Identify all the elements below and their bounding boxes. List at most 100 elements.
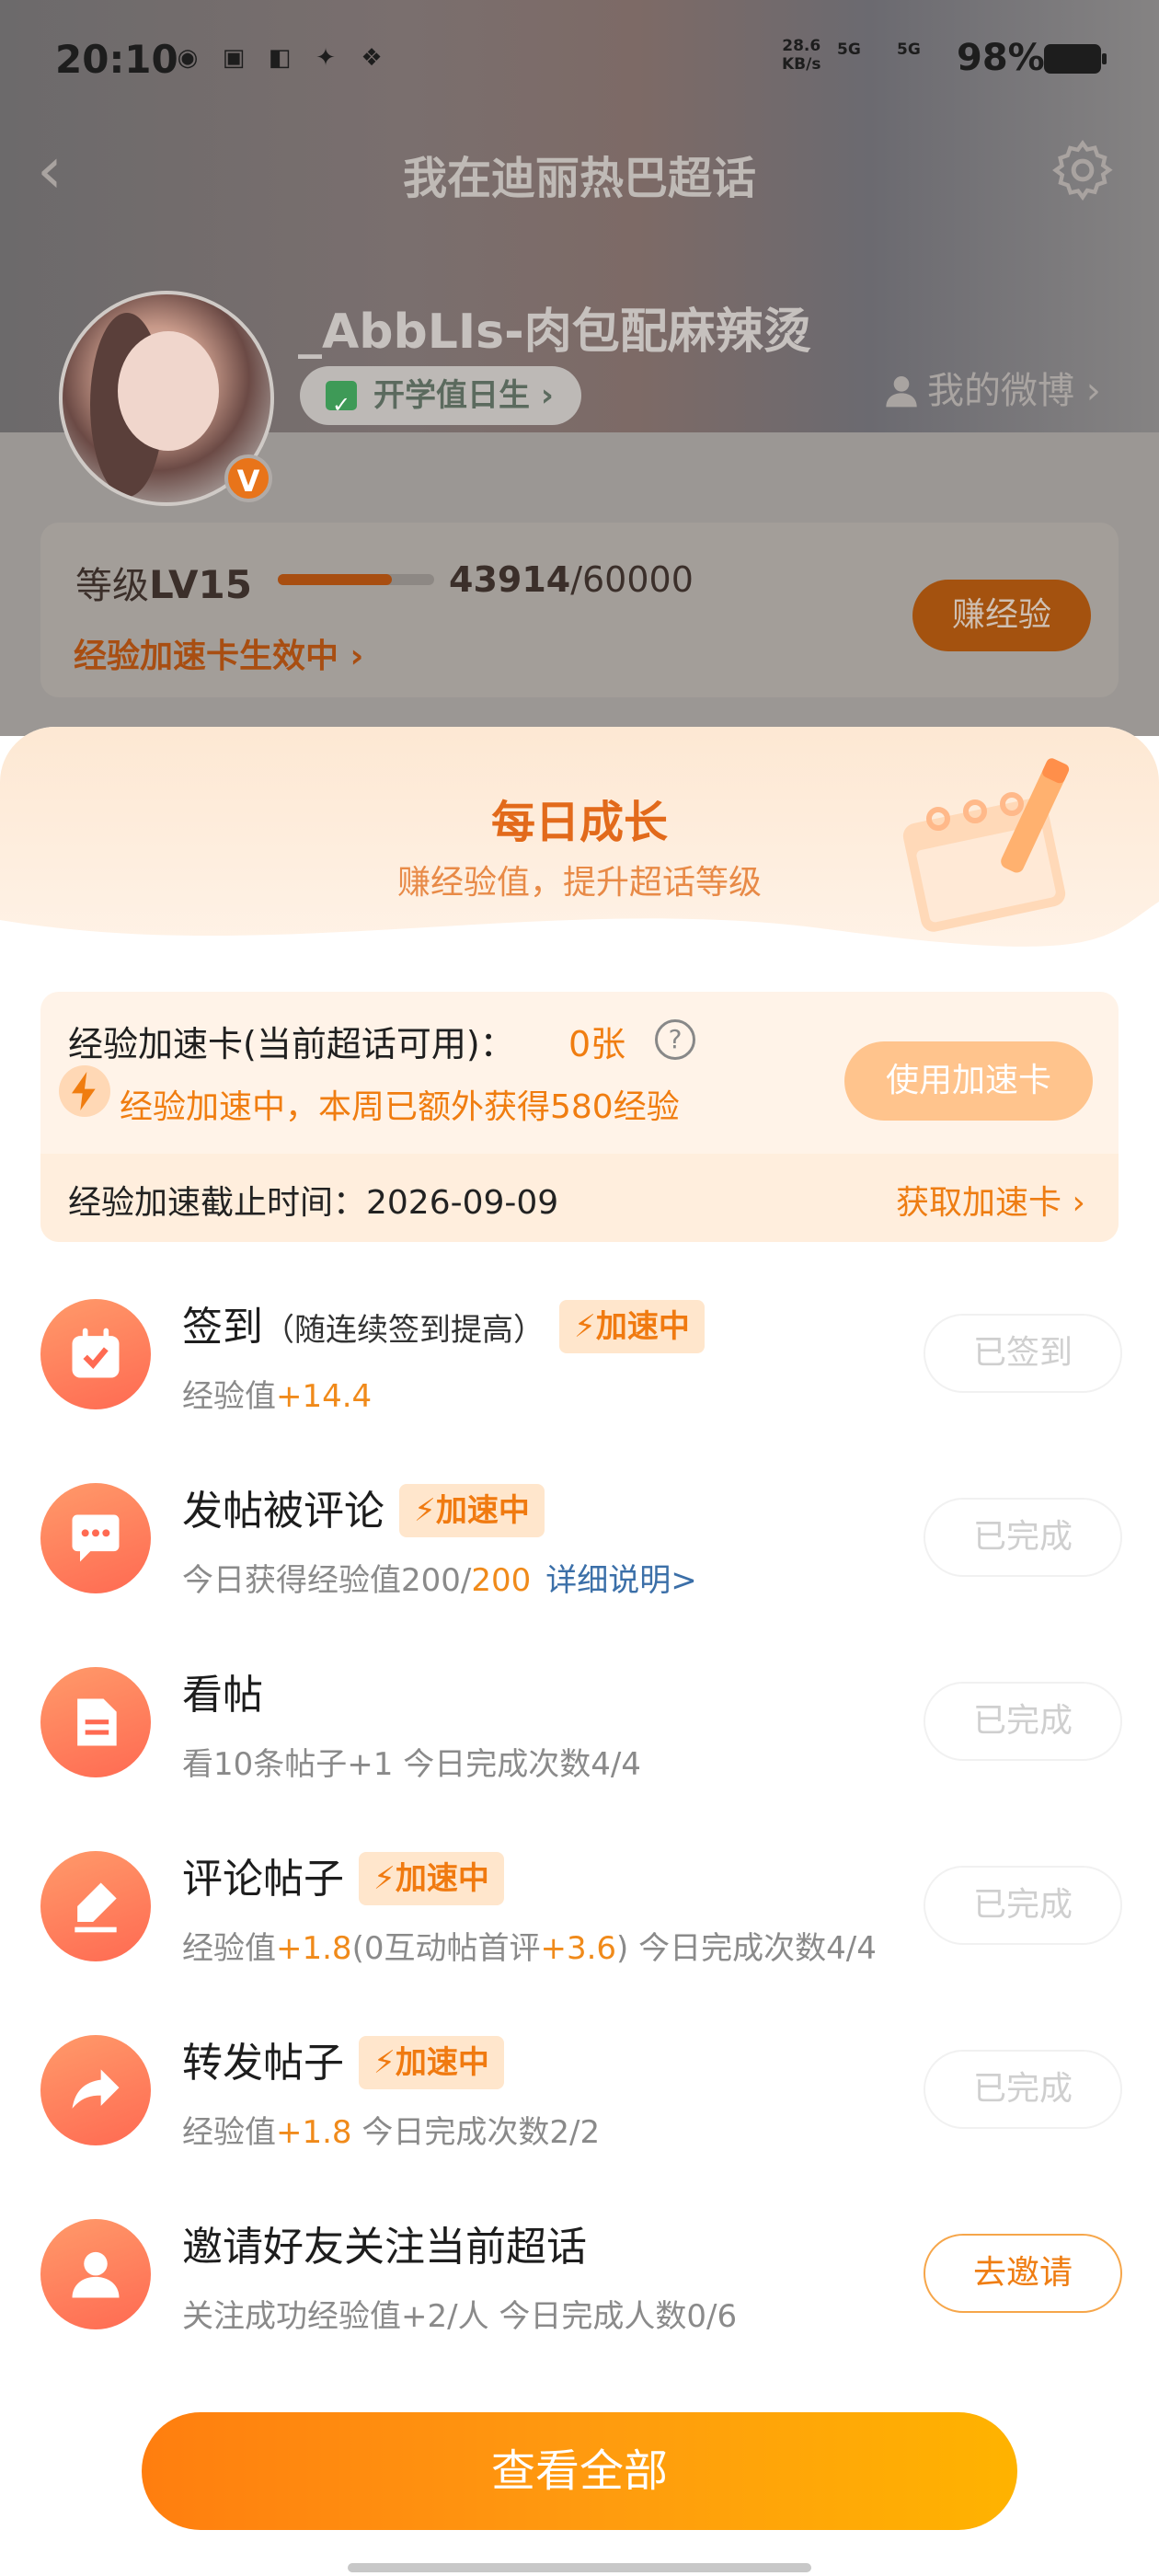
level-progress-bar (278, 574, 434, 585)
task-exp-value: +14.4 (276, 1378, 373, 1415)
boost-tag: ⚡加速中 (359, 2036, 504, 2089)
page-title: 我在迪丽热巴超话 (402, 153, 756, 204)
wechat-icon: ❖ (361, 44, 383, 72)
net-speed: 28.6 KB/s (782, 37, 820, 74)
boost-tag-label: 加速中 (395, 2044, 489, 2081)
earn-exp-button[interactable]: 赚经验 (912, 580, 1091, 651)
get-boost-card-link[interactable]: 获取加速卡 › (896, 1176, 1085, 1224)
task-description: 经验值+1.8(0互动帖首评+3.6) 今日完成次数4/4 (182, 1923, 877, 1968)
signed-in-button[interactable]: 已签到 (924, 1314, 1122, 1393)
my-weibo-label: 我的微博 (927, 370, 1074, 412)
task-desc-text: 看10条帖子+1 今日完成次数4/4 (182, 1746, 641, 1783)
boost-tag-label: 加速中 (435, 1492, 530, 1529)
document-icon (40, 1667, 151, 1777)
task-desc-text: ) 今日完成次数4/4 (616, 1930, 877, 1967)
completed-button[interactable]: 已完成 (924, 1498, 1122, 1577)
user-icon (886, 376, 917, 408)
task-name-text: 评论帖子 (182, 1856, 344, 1903)
net-speed-unit: KB/s (782, 55, 821, 74)
boost-tag-label: 加速中 (595, 1308, 690, 1345)
boost-card-title: 经验加速卡(当前超话可用)： (68, 1024, 515, 1064)
task-description: 今日获得经验值200/200 详细说明> (182, 1555, 697, 1600)
task-name: 转发帖子 ⚡加速中 (182, 2030, 504, 2089)
task-desc-text: 关注成功经验值+2/人 今日完成人数0/6 (182, 2298, 738, 2335)
task-name: 签到（随连续签到提高） ⚡加速中 (182, 1294, 705, 1353)
completed-button[interactable]: 已完成 (924, 1866, 1122, 1945)
task-note: （随连续签到提高） (263, 1312, 545, 1349)
tie-icon: ▣ (222, 44, 246, 72)
experience-count: 43914/60000 (449, 559, 694, 600)
task-description: 经验值+14.4 (182, 1371, 372, 1416)
nav-bar: ‹ 我在迪丽热巴超话 (0, 129, 1159, 212)
pencil-icon (40, 1851, 151, 1961)
task-comment-posts: 评论帖子 ⚡加速中 经验值+1.8(0互动帖首评+3.6) 今日完成次数4/4 已… (0, 1831, 1159, 2015)
daily-growth-sheet: 每日成长 赚经验值，提升超话等级 经验加速卡(当前超话可用)： 0张 ? 经验加… (0, 727, 1159, 2576)
task-exp-value: +1.8 (276, 1930, 352, 1967)
signal-icon: 5G (897, 40, 921, 59)
bolt-icon (59, 1065, 110, 1117)
task-name-text: 邀请好友关注当前超话 (182, 2224, 587, 2271)
weibo-icon: ◉ (177, 44, 199, 72)
task-repost: 转发帖子 ⚡加速中 经验值+1.8 今日完成次数2/2 已完成 (0, 2015, 1159, 2199)
task-description: 看10条帖子+1 今日完成次数4/4 (182, 1739, 641, 1784)
sheet-title: 每日成长 (490, 797, 668, 848)
use-boost-card-button[interactable]: 使用加速卡 (844, 1041, 1093, 1121)
person-icon (40, 2219, 151, 2329)
level-label: 等级LV15 (75, 556, 252, 609)
title-tag[interactable]: 开学值日生 › (300, 366, 581, 434)
boost-deadline: 经验加速截止时间：2026-09-09 (68, 1184, 559, 1222)
task-name: 邀请好友关注当前超话 (182, 2214, 587, 2272)
taobao-icon: ◧ (268, 44, 292, 72)
task-name: 发帖被评论 ⚡加速中 (182, 1478, 545, 1537)
boost-card-active-link[interactable]: 经验加速卡生效中 › (74, 629, 363, 677)
level-card: 等级LV15 43914/60000 经验加速卡生效中 › 赚经验 (40, 523, 1119, 697)
boost-card-active-label: 经验加速卡生效中 (74, 638, 339, 675)
signal-icon: 5G (837, 40, 861, 59)
task-name-text: 签到 (182, 1304, 263, 1351)
task-desc-text: (0互动帖首评 (351, 1930, 541, 1967)
calendar-check-icon (326, 375, 357, 434)
view-all-button[interactable]: 查看全部 (142, 2412, 1017, 2530)
experience-max: /60000 (570, 559, 694, 600)
calendar-check-icon (40, 1299, 151, 1409)
net-speed-value: 28.6 (782, 37, 821, 55)
completed-button[interactable]: 已完成 (924, 1682, 1122, 1761)
chat-bubble-icon (40, 1483, 151, 1593)
level-progress-fill (278, 574, 393, 585)
task-description: 经验值+1.8 今日完成次数2/2 (182, 2107, 600, 2152)
task-name: 评论帖子 ⚡加速中 (182, 1846, 504, 1905)
status-app-icons: ◉ ▣ ◧ ✦ ❖ (170, 40, 389, 75)
gear-icon[interactable] (1049, 136, 1117, 204)
help-icon[interactable]: ? (655, 1019, 695, 1060)
boost-tag: ⚡加速中 (399, 1484, 545, 1537)
task-name: 看帖 (182, 1662, 263, 1720)
task-name-text: 转发帖子 (182, 2040, 344, 2087)
task-desc-text: 今日获得经验值200/ (182, 1562, 472, 1599)
boost-tag: ⚡加速中 (359, 1852, 504, 1905)
boost-tag: ⚡加速中 (559, 1300, 705, 1353)
task-name-text: 发帖被评论 (182, 1488, 384, 1535)
verified-badge: V (224, 454, 272, 502)
task-exp-value: +3.6 (540, 1930, 617, 1967)
completed-button[interactable]: 已完成 (924, 2050, 1122, 2129)
home-indicator[interactable] (348, 2563, 811, 2572)
status-time: 20:10 (55, 37, 178, 82)
details-link[interactable]: 详细说明> (545, 1562, 697, 1599)
task-post-commented: 发帖被评论 ⚡加速中 今日获得经验值200/200 详细说明> 已完成 (0, 1463, 1159, 1647)
bird-icon: ✦ (316, 44, 336, 72)
boost-tag-label: 加速中 (395, 1860, 489, 1897)
task-desc-text: 今日完成次数2/2 (351, 2114, 601, 2151)
invite-button[interactable]: 去邀请 (924, 2234, 1122, 2313)
task-exp-value: 200 (471, 1562, 532, 1599)
get-boost-card-label: 获取加速卡 (896, 1184, 1062, 1222)
avatar-face (118, 331, 219, 451)
experience-current: 43914 (449, 559, 571, 600)
my-weibo-link[interactable]: 我的微博 › (883, 361, 1101, 414)
task-exp-value: +1.8 (276, 2114, 352, 2151)
task-desc-text: 经验值 (182, 1378, 276, 1415)
share-arrow-icon (40, 2035, 151, 2145)
boost-card-panel: 经验加速卡(当前超话可用)： 0张 ? 经验加速中，本周已额外获得580经验 使… (40, 992, 1119, 1242)
username: _AbbLIs-肉包配麻辣烫 (298, 305, 811, 360)
title-tag-label: 开学值日生 (373, 377, 530, 414)
task-desc-text: 经验值 (182, 2114, 276, 2151)
